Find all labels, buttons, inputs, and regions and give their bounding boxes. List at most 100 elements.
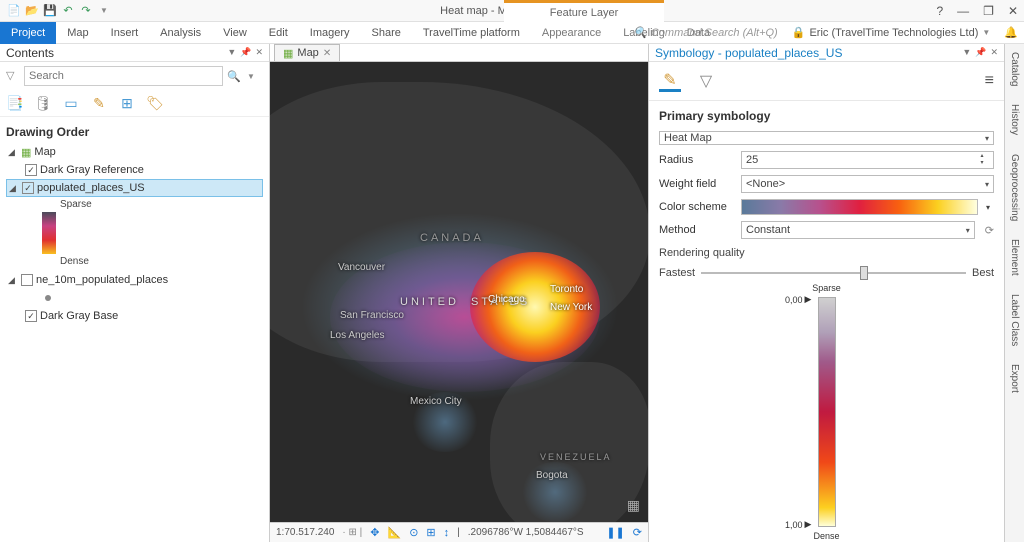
checkbox-icon[interactable]: ✓ (25, 310, 37, 322)
dropdown-icon[interactable]: ▼ (962, 47, 971, 58)
pause-icon[interactable]: ❚❚ (606, 526, 624, 539)
pin-icon[interactable]: 📌 (240, 47, 251, 58)
side-tab-export[interactable]: Export (1009, 360, 1020, 397)
symbology-vary-tab-icon[interactable]: ▽ (695, 70, 717, 92)
list-by-source-icon[interactable]: 🛢 (34, 94, 52, 112)
map-root-node[interactable]: ◢ ▦ Map (6, 143, 263, 161)
side-tab-geoprocessing[interactable]: Geoprocessing (1009, 150, 1020, 225)
refresh-icon[interactable]: ⟳ (979, 224, 994, 237)
color-scheme-select[interactable] (741, 199, 978, 215)
open-icon[interactable]: 📂 (24, 3, 40, 19)
save-icon[interactable]: 💾 (42, 3, 58, 19)
list-by-labeling-icon[interactable]: 🏷 (146, 94, 164, 112)
weight-field-select[interactable]: <None>▾ (741, 175, 994, 193)
tool-snap-icon[interactable]: ⊙ (409, 526, 418, 539)
undo-icon[interactable]: ↶ (60, 3, 76, 19)
layer-dark-gray-base[interactable]: ✓ Dark Gray Base (6, 307, 263, 325)
qat-dropdown-icon[interactable]: ▼ (96, 3, 112, 19)
side-tab-history[interactable]: History (1009, 100, 1020, 139)
map-icon: ▦ (21, 146, 31, 159)
heatmap-dense-label: Dense (60, 256, 263, 267)
tool-dynamic-icon[interactable]: ↕ (444, 527, 450, 539)
search-go-icon[interactable]: 🔍 (227, 70, 243, 83)
layer-populated-places-us[interactable]: ◢ ✓ populated_places_US (6, 179, 263, 197)
label-bogota: Bogota (536, 470, 568, 481)
drawing-order-title: Drawing Order (0, 117, 269, 143)
title-bar: 📄 📂 💾 ↶ ↷ ▼ Heat map - Map - ArcGIS Pro … (0, 0, 1024, 22)
filter-icon[interactable]: ▽ (6, 69, 20, 83)
color-ramp-bar[interactable] (818, 297, 836, 527)
tab-map[interactable]: Map (56, 22, 99, 44)
coordinates-value: .2096786°W 1,5084467°S (468, 527, 584, 538)
radius-input[interactable]: 25 ▴▾ (741, 151, 994, 169)
pin-icon[interactable]: 📌 (975, 47, 986, 58)
tab-imagery[interactable]: Imagery (299, 22, 361, 44)
close-tab-icon[interactable]: ✕ (323, 48, 331, 59)
tick-bottom: 1,00▶ (785, 519, 811, 530)
map-view: ▦ Map ✕ CANADA UNITED STATES Vancouver S… (270, 44, 648, 542)
close-pane-icon[interactable]: ✕ (990, 47, 998, 58)
command-search[interactable]: 🔍 Command Search (Alt+Q) (633, 26, 778, 39)
caret-icon[interactable]: ◢ (9, 183, 19, 194)
contents-search-input[interactable] (24, 66, 223, 86)
symbology-menu-icon[interactable]: ≡ (985, 72, 994, 90)
primary-symbology-title: Primary symbology (659, 109, 994, 123)
layer-ne-populated-places[interactable]: ◢ ne_10m_populated_places (6, 271, 263, 289)
layer-dark-gray-ref[interactable]: ✓ Dark Gray Reference (6, 161, 263, 179)
side-tab-catalog[interactable]: Catalog (1009, 48, 1020, 90)
weight-label: Weight field (659, 178, 737, 190)
maximize-button[interactable]: ❐ (983, 4, 994, 18)
label-la: Los Angeles (330, 330, 385, 341)
tab-project[interactable]: Project (0, 22, 56, 44)
list-by-drawing-order-icon[interactable]: 📑 (6, 94, 24, 112)
search-icon: 🔍 (633, 26, 647, 39)
minimize-button[interactable]: — (957, 4, 969, 18)
fastest-label: Fastest (659, 267, 695, 279)
user-account[interactable]: 🔒 Eric (TravelTime Technologies Ltd) ▼ (792, 26, 991, 39)
symbology-primary-tab-icon[interactable]: ✎ (659, 70, 681, 92)
help-button[interactable]: ? (936, 4, 943, 18)
point-symbol-icon (45, 295, 51, 301)
tab-traveltime[interactable]: TravelTime platform (412, 22, 531, 44)
close-pane-icon[interactable]: ✕ (255, 47, 263, 58)
map-tab[interactable]: ▦ Map ✕ (274, 44, 340, 61)
close-button[interactable]: ✕ (1008, 4, 1018, 18)
tab-analysis[interactable]: Analysis (149, 22, 212, 44)
search-dropdown-icon[interactable]: ▼ (247, 72, 263, 81)
map-canvas[interactable]: CANADA UNITED STATES Vancouver San Franc… (270, 62, 648, 522)
tool-measure-icon[interactable]: 📐 (387, 526, 401, 539)
tool-grid-icon[interactable]: ⊞ (426, 526, 435, 539)
method-select[interactable]: Constant▾ (741, 221, 975, 239)
rendering-quality-slider[interactable] (701, 272, 966, 274)
spinner-icon[interactable]: ▴▾ (975, 153, 989, 167)
tool-explore-icon[interactable]: ✥ (370, 526, 379, 539)
checkbox-icon[interactable] (21, 274, 33, 286)
symbology-pane: Symbology - populated_places_US ▼ 📌 ✕ ✎ … (648, 44, 1004, 542)
contents-pane: Contents ▼ 📌 ✕ ▽ 🔍 ▼ 📑 🛢 ▭ ✎ ⊞ 🏷 Drawing… (0, 44, 270, 542)
label-mexico: Mexico City (410, 396, 462, 407)
new-project-icon[interactable]: 📄 (6, 3, 22, 19)
tab-share[interactable]: Share (361, 22, 412, 44)
caret-icon[interactable]: ◢ (8, 275, 18, 286)
basemap-icon[interactable]: ▦ (627, 497, 640, 514)
side-tab-label-class[interactable]: Label Class (1009, 290, 1020, 350)
tab-insert[interactable]: Insert (100, 22, 150, 44)
dropdown-icon[interactable]: ▼ (227, 47, 236, 58)
list-by-editing-icon[interactable]: ✎ (90, 94, 108, 112)
refresh-icon[interactable]: ⟳ (633, 526, 642, 539)
list-by-snapping-icon[interactable]: ⊞ (118, 94, 136, 112)
list-by-selection-icon[interactable]: ▭ (62, 94, 80, 112)
symbology-type-select[interactable]: Heat Map▾ (659, 131, 994, 145)
notifications-icon[interactable]: 🔔 (1004, 26, 1018, 39)
tab-view[interactable]: View (212, 22, 258, 44)
checkbox-icon[interactable]: ✓ (25, 164, 37, 176)
contents-header: Contents ▼ 📌 ✕ (0, 44, 269, 62)
side-tab-element[interactable]: Element (1009, 235, 1020, 280)
tab-appearance[interactable]: Appearance (531, 22, 612, 44)
checkbox-icon[interactable]: ✓ (22, 182, 34, 194)
redo-icon[interactable]: ↷ (78, 3, 94, 19)
method-label: Method (659, 224, 737, 236)
tab-edit[interactable]: Edit (258, 22, 299, 44)
scale-value[interactable]: 1:70.517.240 (276, 527, 334, 538)
caret-icon[interactable]: ◢ (8, 147, 18, 158)
